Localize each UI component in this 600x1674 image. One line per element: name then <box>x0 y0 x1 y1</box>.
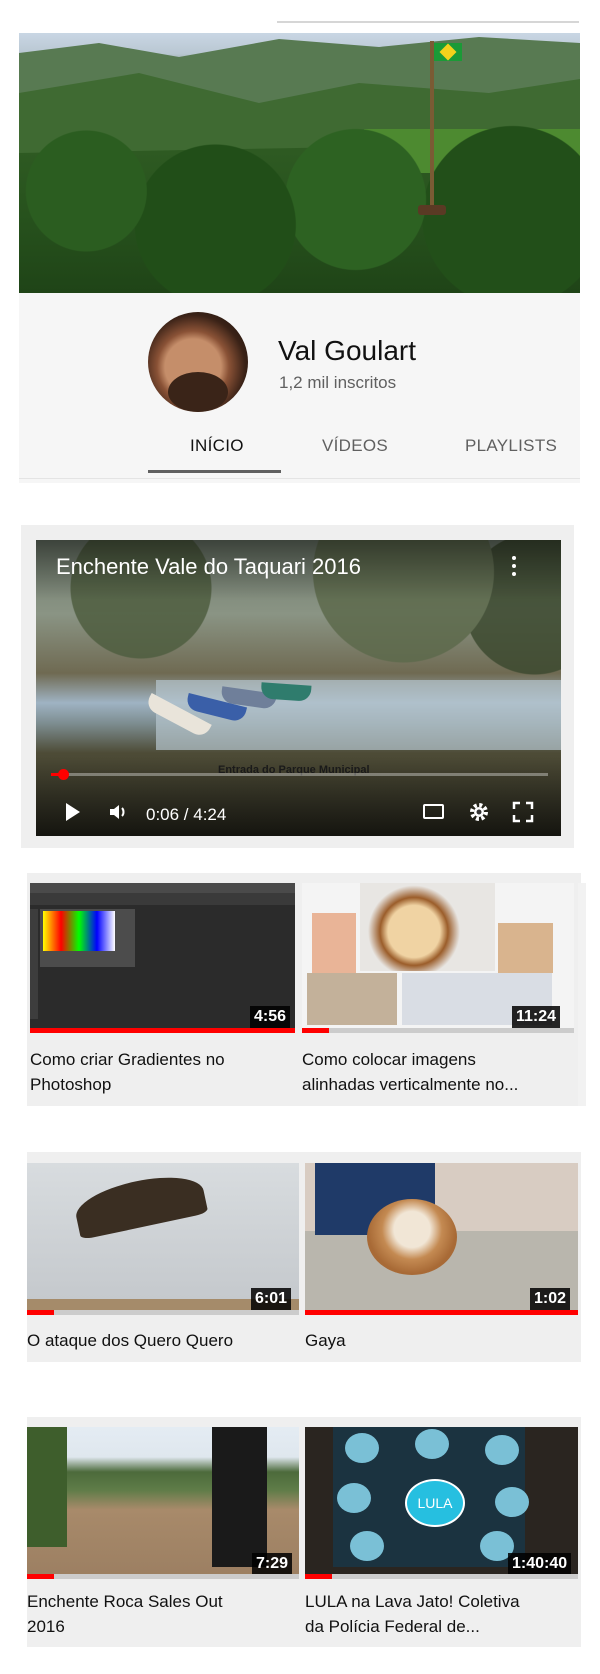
featured-video-title[interactable]: Enchente Vale do Taquari 2016 <box>56 554 361 580</box>
banner-trees <box>19 123 580 293</box>
lula-thumb-label: LULA <box>405 1479 465 1527</box>
video-title[interactable]: Como criar Gradientes no Photoshop <box>30 1047 290 1097</box>
watch-progress <box>305 1310 578 1315</box>
video-title-line: LULA na Lava Jato! Coletiva <box>305 1592 520 1611</box>
video-title[interactable]: Gaya <box>305 1328 575 1353</box>
watch-progress-fill <box>27 1310 55 1315</box>
video-title[interactable]: O ataque dos Quero Quero <box>27 1328 297 1353</box>
watch-progress-fill <box>27 1574 55 1579</box>
video-title[interactable]: Enchente Roca Sales Out 2016 <box>27 1589 297 1639</box>
gear-icon[interactable] <box>468 801 490 828</box>
watch-progress <box>302 1028 574 1033</box>
subscriber-count: 1,2 mil inscritos <box>279 373 397 392</box>
video-title-line: Gaya <box>305 1331 346 1350</box>
video-title-line: alinhadas verticalmente no... <box>302 1075 519 1094</box>
video-title[interactable]: LULA na Lava Jato! Coletiva da Polícia F… <box>305 1589 575 1639</box>
video-title-line: O ataque dos Quero Quero <box>27 1331 234 1350</box>
video-title-line: Como criar Gradientes no <box>30 1050 225 1069</box>
flagpole <box>430 41 434 211</box>
watch-progress <box>305 1574 578 1579</box>
active-tab-indicator <box>148 470 281 473</box>
volume-icon[interactable] <box>109 803 129 826</box>
video-title[interactable]: Como colocar imagens alinhadas verticalm… <box>302 1047 572 1097</box>
more-options-icon[interactable] <box>511 556 517 578</box>
watch-progress-fill <box>305 1574 333 1579</box>
tab-inicio[interactable]: INÍCIO <box>190 436 244 456</box>
next-card-peek <box>578 883 586 1106</box>
duration-badge: 11:24 <box>512 1006 561 1028</box>
watch-progress <box>27 1310 299 1315</box>
watch-progress-fill <box>302 1028 330 1033</box>
watch-progress-fill <box>305 1310 578 1315</box>
tab-videos[interactable]: VÍDEOS <box>322 436 388 456</box>
captions-icon[interactable] <box>423 804 444 819</box>
video-title-line: 2016 <box>27 1617 65 1636</box>
duration-badge: 4:56 <box>250 1006 291 1028</box>
channel-banner <box>19 33 580 293</box>
video-title-line: Como colocar imagens <box>302 1050 476 1069</box>
video-title-line: da Polícia Federal de... <box>305 1617 480 1636</box>
time-display: 0:06 / 4:24 <box>146 805 227 824</box>
video-progress-bar[interactable] <box>51 769 548 780</box>
flagpole-base <box>418 205 446 215</box>
watch-progress <box>30 1028 295 1033</box>
featured-video-player[interactable] <box>36 540 561 836</box>
channel-name: Val Goulart <box>278 335 416 366</box>
video-title-line: Enchente Roca Sales Out <box>27 1592 223 1611</box>
channel-avatar[interactable] <box>148 312 248 412</box>
watch-progress <box>27 1574 299 1579</box>
progress-scrubber[interactable] <box>57 769 69 780</box>
fullscreen-icon[interactable] <box>512 801 534 828</box>
duration-badge: 7:29 <box>252 1553 293 1575</box>
watch-progress-fill <box>30 1028 295 1033</box>
video-title-line: Photoshop <box>30 1075 112 1094</box>
tab-playlists[interactable]: PLAYLISTS <box>465 436 557 456</box>
duration-badge: 6:01 <box>251 1288 292 1310</box>
top-divider <box>277 21 579 23</box>
play-icon[interactable] <box>66 803 80 821</box>
header-divider <box>19 478 580 479</box>
duration-badge: 1:40:40 <box>508 1553 572 1575</box>
duration-badge: 1:02 <box>530 1288 571 1310</box>
brazil-flag-icon <box>434 43 462 61</box>
